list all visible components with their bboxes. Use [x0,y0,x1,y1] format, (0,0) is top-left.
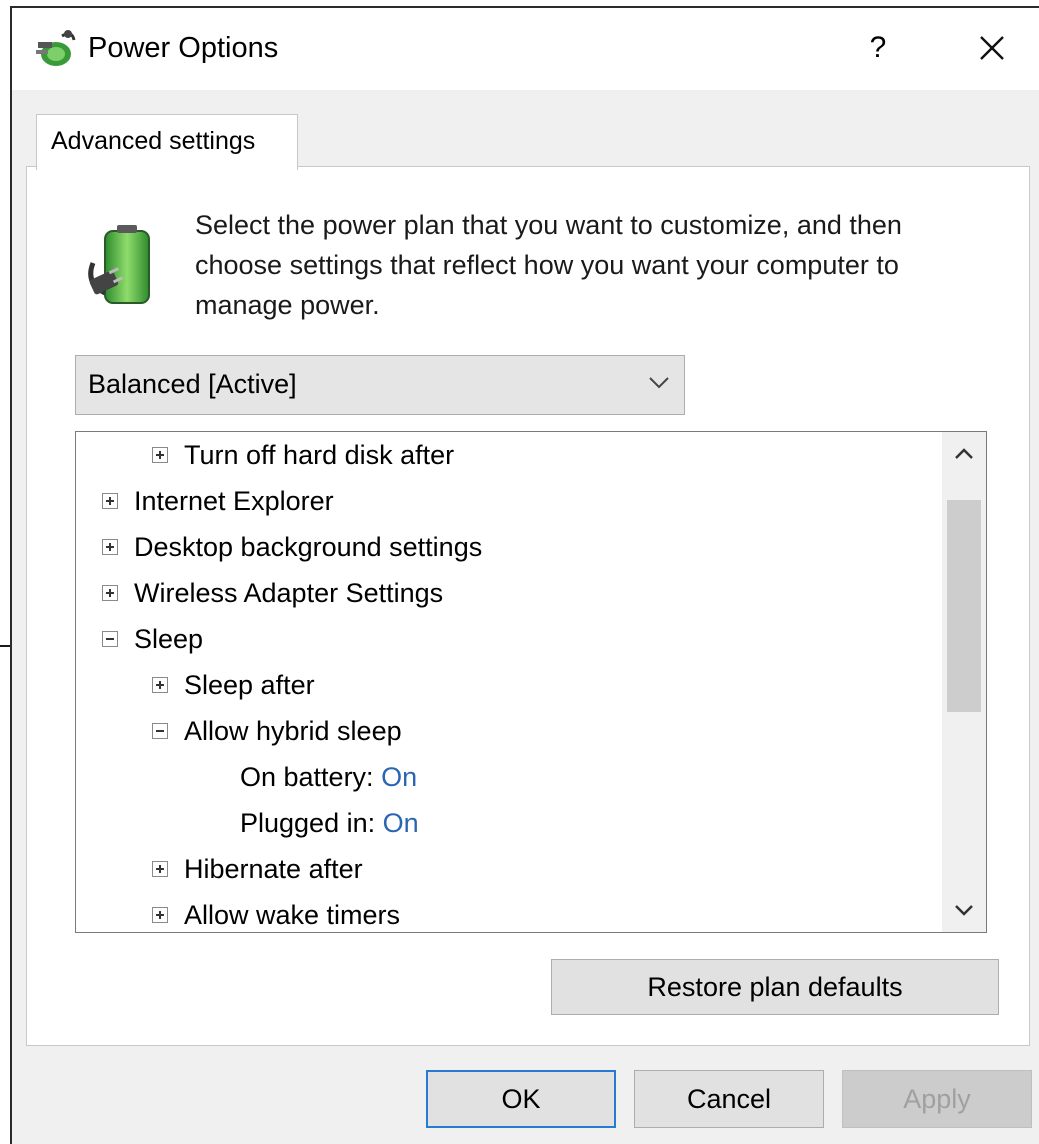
chevron-down-icon [649,377,669,389]
tree-item-allow-hybrid-sleep[interactable]: Allow hybrid sleep [152,716,402,756]
tree-item-turn-off-hard-disk[interactable]: Turn off hard disk after [152,440,454,480]
tab-advanced-settings[interactable]: Advanced settings [36,114,298,170]
help-button[interactable]: ? [848,22,908,74]
collapse-icon[interactable] [152,722,168,739]
scroll-up-icon[interactable] [942,432,986,476]
setting-value-link[interactable]: On [383,808,419,838]
scroll-thumb[interactable] [947,500,981,712]
tree-item-desktop-background[interactable]: Desktop background settings [102,532,482,572]
tree-item-on-battery[interactable]: On battery: On [240,762,417,802]
settings-tree[interactable]: Turn off hard disk after Internet Explor… [75,431,987,933]
intro-text: Select the power plan that you want to c… [195,210,902,320]
tree-item-internet-explorer[interactable]: Internet Explorer [102,486,334,526]
advanced-settings-panel: Select the power plan that you want to c… [26,166,1030,1046]
restore-plan-defaults-button[interactable]: Restore plan defaults [551,959,999,1015]
window-title: Power Options [88,32,279,64]
ok-button[interactable]: OK [426,1070,616,1128]
cancel-button[interactable]: Cancel [634,1070,824,1128]
tree-item-label: Allow hybrid sleep [184,716,402,746]
expand-icon[interactable] [152,906,168,923]
close-button[interactable] [962,22,1022,74]
tab-label: Advanced settings [51,127,256,155]
title-bar: Power Options ? [12,8,1039,90]
expand-icon[interactable] [152,446,168,463]
expand-icon[interactable] [102,584,118,601]
tree-item-sleep-after[interactable]: Sleep after [152,670,315,710]
tree-item-wireless-adapter[interactable]: Wireless Adapter Settings [102,578,443,618]
tree-item-label: Internet Explorer [134,486,334,516]
tree-item-label: Sleep after [184,670,315,700]
tree-item-sleep[interactable]: Sleep [102,624,203,664]
expand-icon[interactable] [152,860,168,877]
expand-icon[interactable] [102,538,118,555]
tab-strip: Advanced settings [12,90,1039,170]
vertical-scrollbar[interactable] [942,432,986,932]
tree-item-label: Wireless Adapter Settings [134,578,444,608]
collapse-icon[interactable] [102,630,118,647]
power-plan-dropdown[interactable]: Balanced [Active] [75,355,685,415]
power-plan-selected: Balanced [Active] [88,369,297,399]
power-options-icon [36,30,76,66]
tree-item-hibernate-after[interactable]: Hibernate after [152,854,363,894]
tree-item-allow-wake-timers[interactable]: Allow wake timers [152,900,401,932]
tree-item-label: Hibernate after [184,854,363,884]
battery-plug-icon [88,225,150,304]
apply-button[interactable]: Apply [842,1070,1032,1128]
expand-icon[interactable] [102,492,118,509]
tree-item-label: Turn off hard disk after [184,440,455,470]
close-icon [980,36,1004,60]
scroll-down-icon[interactable] [942,888,986,932]
tree-item-label: Sleep [134,624,204,654]
expand-icon[interactable] [152,676,168,693]
setting-value-link[interactable]: On [381,762,417,792]
tree-item-plugged-in[interactable]: Plugged in: On [240,808,419,848]
setting-label: On battery: [240,762,374,792]
setting-label: Plugged in: [240,808,376,838]
tree-item-label: Allow wake timers [184,900,401,930]
power-options-dialog: Power Options ? Advanced settings Select… [10,6,1039,1144]
tree-item-label: Desktop background settings [134,532,483,562]
